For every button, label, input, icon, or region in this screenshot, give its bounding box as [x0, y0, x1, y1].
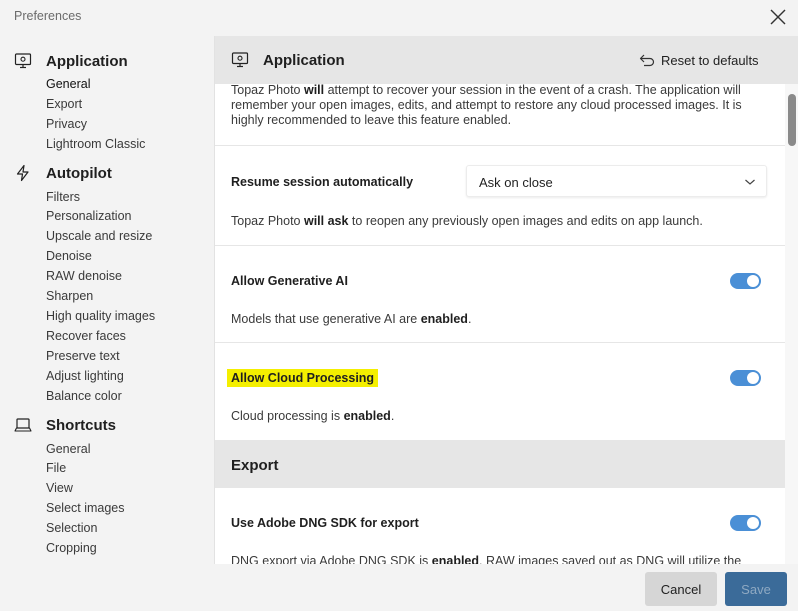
sidebar-item-export[interactable]: Export — [46, 97, 82, 111]
sidebar: Application General Export Privacy Light… — [0, 36, 214, 576]
sidebar-item-select-images[interactable]: Select images — [46, 501, 125, 515]
sidebar-section-shortcuts[interactable]: Shortcuts — [14, 414, 116, 436]
dialog-footer: Cancel Save — [0, 564, 798, 611]
close-icon[interactable] — [768, 7, 788, 27]
window-title: Preferences — [14, 9, 82, 23]
monitor-settings-icon — [14, 53, 32, 69]
sidebar-item-filters[interactable]: Filters — [46, 190, 80, 204]
export-section-header: Export — [215, 440, 798, 488]
sidebar-item-view[interactable]: View — [46, 481, 73, 495]
cloud-processing-toggle[interactable] — [730, 370, 761, 386]
divider — [215, 342, 785, 343]
dng-sdk-description: DNG export via Adobe DNG SDK is enabled.… — [231, 554, 742, 564]
panel-header: Application Reset to defaults — [215, 36, 798, 84]
divider — [215, 145, 785, 146]
sidebar-item-lightroom-classic[interactable]: Lightroom Classic — [46, 137, 145, 151]
undo-icon — [639, 54, 655, 67]
resume-session-label: Resume session automatically — [231, 175, 414, 189]
resume-session-value: Ask on close — [479, 175, 553, 190]
generative-ai-label: Allow Generative AI — [231, 274, 348, 288]
scrollbar-thumb[interactable] — [788, 94, 796, 146]
resume-session-description: Topaz Photo will ask to reopen any previ… — [231, 214, 703, 228]
session-recovery-description: Topaz Photo will attempt to recover your… — [231, 83, 742, 127]
sidebar-item-upscale-and-resize[interactable]: Upscale and resize — [46, 229, 152, 243]
reset-to-defaults-button[interactable]: Reset to defaults — [639, 51, 759, 69]
sidebar-item-sharpen[interactable]: Sharpen — [46, 289, 93, 303]
sidebar-item-personalization[interactable]: Personalization — [46, 209, 131, 223]
sidebar-item-selection[interactable]: Selection — [46, 521, 97, 535]
resume-session-select[interactable]: Ask on close — [466, 165, 767, 197]
toggle-knob — [747, 372, 759, 384]
label-highlight: Allow Cloud Processing — [227, 369, 379, 387]
title-bar: Preferences — [0, 0, 798, 36]
sidebar-section-autopilot[interactable]: Autopilot — [14, 162, 112, 184]
sidebar-section-label: Application — [46, 52, 128, 70]
laptop-icon — [14, 418, 32, 432]
reset-label: Reset to defaults — [661, 52, 759, 68]
dng-sdk-label: Use Adobe DNG SDK for export — [231, 516, 419, 530]
sidebar-item-application-general[interactable]: General — [46, 77, 90, 91]
chevron-down-icon — [745, 179, 755, 185]
scrollbar[interactable] — [785, 84, 798, 564]
sidebar-item-preserve-text[interactable]: Preserve text — [46, 349, 120, 363]
save-button[interactable]: Save — [725, 572, 787, 606]
sidebar-item-shortcuts-general[interactable]: General — [46, 442, 90, 456]
cloud-processing-description: Cloud processing is enabled. — [231, 409, 395, 423]
monitor-settings-icon — [231, 52, 249, 68]
sidebar-item-file[interactable]: File — [46, 461, 66, 475]
export-section-title: Export — [231, 457, 279, 474]
lightning-icon — [16, 164, 29, 182]
dng-sdk-toggle[interactable] — [730, 515, 761, 531]
sidebar-section-label: Shortcuts — [46, 416, 117, 434]
sidebar-item-denoise[interactable]: Denoise — [46, 249, 92, 263]
divider — [215, 245, 785, 246]
sidebar-item-balance-color[interactable]: Balance color — [46, 389, 122, 403]
cloud-processing-label: Allow Cloud Processing — [227, 369, 379, 387]
sidebar-item-high-quality-images[interactable]: High quality images — [46, 309, 155, 323]
sidebar-item-recover-faces[interactable]: Recover faces — [46, 329, 126, 343]
sidebar-item-raw-denoise[interactable]: RAW denoise — [46, 269, 122, 283]
cancel-button[interactable]: Cancel — [645, 572, 717, 606]
generative-ai-description: Models that use generative AI are enable… — [231, 312, 472, 326]
settings-panel: Application Reset to defaults Topaz Phot… — [214, 36, 798, 564]
toggle-knob — [747, 275, 759, 287]
sidebar-section-label: Autopilot — [46, 164, 112, 182]
toggle-knob — [747, 517, 759, 529]
panel-title: Application — [263, 52, 345, 69]
sidebar-item-cropping[interactable]: Cropping — [46, 541, 97, 555]
sidebar-item-privacy[interactable]: Privacy — [46, 117, 87, 131]
sidebar-section-application[interactable]: Application — [14, 50, 128, 72]
generative-ai-toggle[interactable] — [730, 273, 761, 289]
sidebar-item-adjust-lighting[interactable]: Adjust lighting — [46, 369, 124, 383]
